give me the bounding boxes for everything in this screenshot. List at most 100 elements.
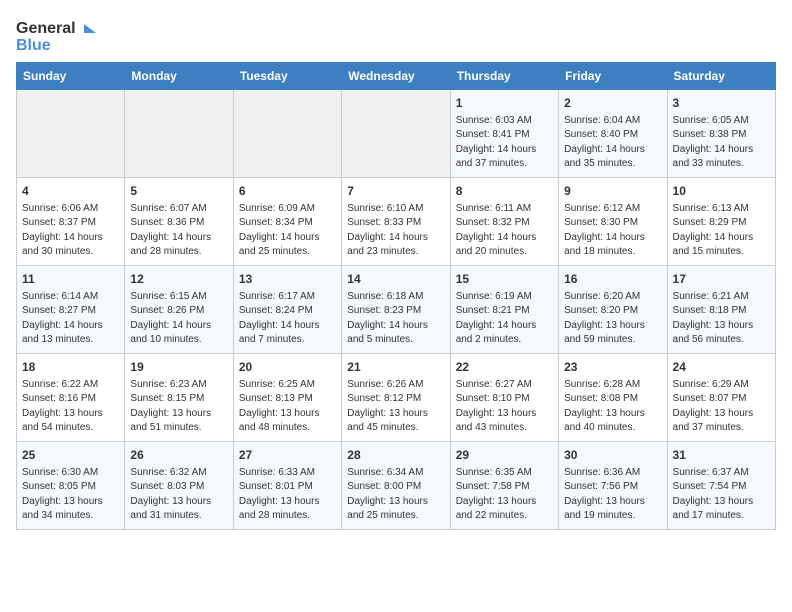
- day-number: 17: [673, 271, 770, 288]
- day-info: Sunrise: 6:17 AM Sunset: 8:24 PM Dayligh…: [239, 290, 336, 348]
- day-number: 29: [456, 447, 553, 464]
- calendar-cell: 21 Sunrise: 6:26 AM Sunset: 8:12 PM Dayli…: [342, 354, 450, 442]
- day-info: Sunrise: 6:20 AM Sunset: 8:20 PM Dayligh…: [564, 290, 661, 348]
- calendar-cell: [17, 90, 125, 178]
- day-header-sunday: Sunday: [17, 63, 125, 90]
- day-number: 22: [456, 359, 553, 376]
- calendar-cell: 11Sunrise: 6:14 AM Sunset: 8:27 PM Dayli…: [17, 266, 125, 354]
- page-header: GeneralBlue: [16, 16, 776, 54]
- day-info: Sunrise: 6:34 AM Sunset: 8:00 PM Dayligh…: [347, 466, 444, 524]
- calendar-cell: 9 Sunrise: 6:12 AM Sunset: 8:30 PM Daylig…: [559, 178, 667, 266]
- day-number: 23: [564, 359, 661, 376]
- day-info: Sunrise: 6:33 AM Sunset: 8:01 PM Dayligh…: [239, 466, 336, 524]
- day-number: 19: [130, 359, 227, 376]
- calendar-cell: [233, 90, 341, 178]
- day-number: 10: [673, 183, 770, 200]
- day-info: Sunrise: 6:29 AM Sunset: 8:07 PM Dayligh…: [673, 378, 770, 436]
- day-info: Sunrise: 6:04 AM Sunset: 8:40 PM Dayligh…: [564, 114, 661, 172]
- calendar-cell: 10 Sunrise: 6:13 AM Sunset: 8:29 PM Dayli…: [667, 178, 775, 266]
- day-info: Sunrise: 6:10 AM Sunset: 8:33 PM Dayligh…: [347, 202, 444, 260]
- calendar-cell: 17Sunrise: 6:21 AM Sunset: 8:18 PM Dayli…: [667, 266, 775, 354]
- day-info: Sunrise: 6:03 AM Sunset: 8:41 PM Dayligh…: [456, 114, 553, 172]
- calendar-week-4: 18 Sunrise: 6:22 AM Sunset: 8:16 PM Dayli…: [17, 354, 776, 442]
- day-number: 2: [564, 95, 661, 112]
- calendar-cell: 27 Sunrise: 6:33 AM Sunset: 8:01 PM Dayli…: [233, 442, 341, 530]
- day-info: Sunrise: 6:05 AM Sunset: 8:38 PM Dayligh…: [673, 114, 770, 172]
- calendar-cell: 15Sunrise: 6:19 AM Sunset: 8:21 PM Dayli…: [450, 266, 558, 354]
- day-header-tuesday: Tuesday: [233, 63, 341, 90]
- day-info: Sunrise: 6:30 AM Sunset: 8:05 PM Dayligh…: [22, 466, 119, 524]
- day-number: 9: [564, 183, 661, 200]
- day-number: 24: [673, 359, 770, 376]
- day-number: 7: [347, 183, 444, 200]
- day-info: Sunrise: 6:07 AM Sunset: 8:36 PM Dayligh…: [130, 202, 227, 260]
- calendar-cell: 14 Sunrise: 6:18 AM Sunset: 8:23 PM Dayli…: [342, 266, 450, 354]
- day-info: Sunrise: 6:22 AM Sunset: 8:16 PM Dayligh…: [22, 378, 119, 436]
- calendar-cell: 31Sunrise: 6:37 AM Sunset: 7:54 PM Dayli…: [667, 442, 775, 530]
- day-number: 11: [22, 271, 119, 288]
- day-info: Sunrise: 6:35 AM Sunset: 7:58 PM Dayligh…: [456, 466, 553, 524]
- day-number: 14: [347, 271, 444, 288]
- calendar-cell: [125, 90, 233, 178]
- calendar-cell: 20 Sunrise: 6:25 AM Sunset: 8:13 PM Dayli…: [233, 354, 341, 442]
- svg-text:Blue: Blue: [16, 37, 51, 54]
- day-info: Sunrise: 6:36 AM Sunset: 7:56 PM Dayligh…: [564, 466, 661, 524]
- day-number: 6: [239, 183, 336, 200]
- day-number: 28: [347, 447, 444, 464]
- calendar-cell: 12Sunrise: 6:15 AM Sunset: 8:26 PM Dayli…: [125, 266, 233, 354]
- day-info: Sunrise: 6:19 AM Sunset: 8:21 PM Dayligh…: [456, 290, 553, 348]
- day-info: Sunrise: 6:06 AM Sunset: 8:37 PM Dayligh…: [22, 202, 119, 260]
- day-number: 26: [130, 447, 227, 464]
- calendar-body: 1 Sunrise: 6:03 AM Sunset: 8:41 PM Daylig…: [17, 90, 776, 530]
- calendar-cell: 4 Sunrise: 6:06 AM Sunset: 8:37 PM Daylig…: [17, 178, 125, 266]
- day-info: Sunrise: 6:11 AM Sunset: 8:32 PM Dayligh…: [456, 202, 553, 260]
- calendar-cell: 23 Sunrise: 6:28 AM Sunset: 8:08 PM Dayli…: [559, 354, 667, 442]
- day-info: Sunrise: 6:25 AM Sunset: 8:13 PM Dayligh…: [239, 378, 336, 436]
- calendar-week-3: 11Sunrise: 6:14 AM Sunset: 8:27 PM Dayli…: [17, 266, 776, 354]
- calendar-cell: 28 Sunrise: 6:34 AM Sunset: 8:00 PM Dayli…: [342, 442, 450, 530]
- day-number: 30: [564, 447, 661, 464]
- day-number: 20: [239, 359, 336, 376]
- day-header-friday: Friday: [559, 63, 667, 90]
- day-number: 27: [239, 447, 336, 464]
- calendar-cell: 19 Sunrise: 6:23 AM Sunset: 8:15 PM Dayli…: [125, 354, 233, 442]
- svg-text:General: General: [16, 20, 76, 37]
- day-header-wednesday: Wednesday: [342, 63, 450, 90]
- day-info: Sunrise: 6:13 AM Sunset: 8:29 PM Dayligh…: [673, 202, 770, 260]
- day-number: 13: [239, 271, 336, 288]
- day-number: 4: [22, 183, 119, 200]
- day-info: Sunrise: 6:15 AM Sunset: 8:26 PM Dayligh…: [130, 290, 227, 348]
- calendar-cell: 24 Sunrise: 6:29 AM Sunset: 8:07 PM Dayli…: [667, 354, 775, 442]
- day-header-thursday: Thursday: [450, 63, 558, 90]
- calendar-cell: 22 Sunrise: 6:27 AM Sunset: 8:10 PM Dayli…: [450, 354, 558, 442]
- day-number: 18: [22, 359, 119, 376]
- day-number: 8: [456, 183, 553, 200]
- calendar-cell: [342, 90, 450, 178]
- day-info: Sunrise: 6:23 AM Sunset: 8:15 PM Dayligh…: [130, 378, 227, 436]
- calendar-header: SundayMondayTuesdayWednesdayThursdayFrid…: [17, 63, 776, 90]
- day-info: Sunrise: 6:27 AM Sunset: 8:10 PM Dayligh…: [456, 378, 553, 436]
- calendar-cell: 8 Sunrise: 6:11 AM Sunset: 8:32 PM Daylig…: [450, 178, 558, 266]
- calendar-table: SundayMondayTuesdayWednesdayThursdayFrid…: [16, 62, 776, 530]
- day-number: 16: [564, 271, 661, 288]
- day-info: Sunrise: 6:32 AM Sunset: 8:03 PM Dayligh…: [130, 466, 227, 524]
- header-row: SundayMondayTuesdayWednesdayThursdayFrid…: [17, 63, 776, 90]
- day-info: Sunrise: 6:12 AM Sunset: 8:30 PM Dayligh…: [564, 202, 661, 260]
- day-info: Sunrise: 6:37 AM Sunset: 7:54 PM Dayligh…: [673, 466, 770, 524]
- day-info: Sunrise: 6:26 AM Sunset: 8:12 PM Dayligh…: [347, 378, 444, 436]
- calendar-cell: 13 Sunrise: 6:17 AM Sunset: 8:24 PM Dayli…: [233, 266, 341, 354]
- calendar-cell: 25Sunrise: 6:30 AM Sunset: 8:05 PM Dayli…: [17, 442, 125, 530]
- calendar-cell: 3 Sunrise: 6:05 AM Sunset: 8:38 PM Daylig…: [667, 90, 775, 178]
- calendar-cell: 30 Sunrise: 6:36 AM Sunset: 7:56 PM Dayli…: [559, 442, 667, 530]
- day-info: Sunrise: 6:18 AM Sunset: 8:23 PM Dayligh…: [347, 290, 444, 348]
- calendar-week-1: 1 Sunrise: 6:03 AM Sunset: 8:41 PM Daylig…: [17, 90, 776, 178]
- day-header-monday: Monday: [125, 63, 233, 90]
- day-info: Sunrise: 6:28 AM Sunset: 8:08 PM Dayligh…: [564, 378, 661, 436]
- calendar-cell: 6Sunrise: 6:09 AM Sunset: 8:34 PM Daylig…: [233, 178, 341, 266]
- day-number: 1: [456, 95, 553, 112]
- day-number: 21: [347, 359, 444, 376]
- calendar-cell: 1 Sunrise: 6:03 AM Sunset: 8:41 PM Daylig…: [450, 90, 558, 178]
- day-number: 3: [673, 95, 770, 112]
- calendar-cell: 2 Sunrise: 6:04 AM Sunset: 8:40 PM Daylig…: [559, 90, 667, 178]
- logo: GeneralBlue: [16, 16, 106, 54]
